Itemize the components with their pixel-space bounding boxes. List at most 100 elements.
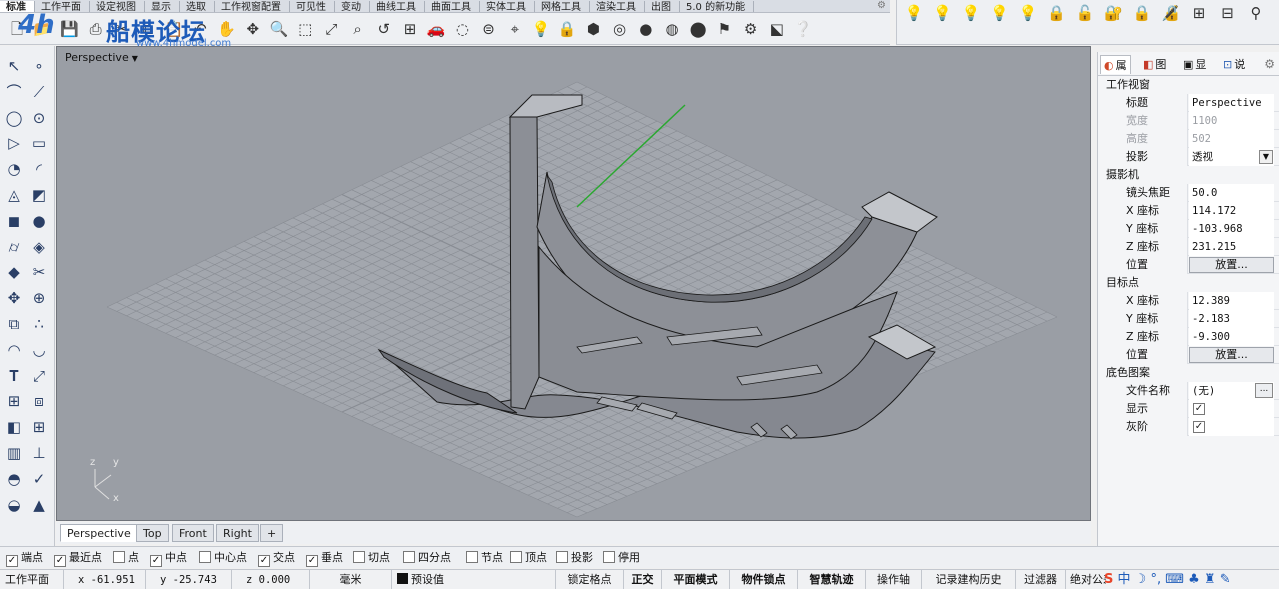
osnap-checkbox[interactable]	[113, 551, 125, 563]
filter-select-icon[interactable]: ⚲	[1245, 2, 1267, 24]
sphere-blue-icon[interactable]: ⬤	[687, 18, 709, 40]
zoom-selected-icon[interactable]: ⌕	[347, 18, 369, 40]
status-grid-snap[interactable]: 锁定格点	[556, 570, 624, 589]
tab-right[interactable]: Right	[216, 524, 259, 542]
status-gumball[interactable]: 操作轴	[866, 570, 922, 589]
undo-view-icon[interactable]: ↺	[373, 18, 395, 40]
osnap-checkbox[interactable]: ✓	[258, 555, 270, 567]
explode-icon[interactable]: ◆	[2, 260, 26, 284]
circle-arc-icon[interactable]: ◔	[2, 157, 26, 181]
grayscale-checkbox[interactable]: ✓	[1193, 421, 1205, 433]
add-viewport-tab-button[interactable]: +	[260, 524, 284, 542]
polygon-icon[interactable]: ▷	[2, 131, 26, 155]
zoom-extents-icon[interactable]: ⤢	[320, 18, 342, 40]
status-units[interactable]: 毫米	[310, 570, 392, 589]
panel-tab-help[interactable]: ⊡ 说	[1220, 55, 1248, 74]
zoom-window-icon[interactable]: ⬚	[294, 18, 316, 40]
tab-drafting[interactable]: 出图	[645, 1, 680, 12]
tab-visibility[interactable]: 可见性	[290, 1, 335, 12]
show-wallpaper-checkbox[interactable]: ✓	[1193, 403, 1205, 415]
camera-x-field[interactable]: 114.172	[1189, 202, 1274, 220]
sphere-rendered-icon[interactable]: ◍	[661, 18, 683, 40]
tab-top[interactable]: Top	[136, 524, 169, 542]
four-viewports-icon[interactable]: ⊞	[399, 18, 421, 40]
light-pair-icon[interactable]: 💡	[1017, 2, 1039, 24]
status-smart-track[interactable]: 智慧轨迹	[798, 570, 866, 589]
osnap-2[interactable]: 点	[113, 551, 139, 565]
curve-surface-icon[interactable]: ◓	[2, 467, 26, 491]
camera-y-field[interactable]: -103.968	[1189, 220, 1274, 238]
extrude-icon[interactable]: ◩	[27, 183, 51, 207]
dots-icon[interactable]: ∴	[27, 312, 51, 336]
dimension-icon[interactable]: ⊥	[27, 441, 51, 465]
osnap-checkbox[interactable]	[199, 551, 211, 563]
gear-icon[interactable]: ⚙	[877, 0, 886, 11]
viewport-canvas[interactable]	[57, 47, 1091, 521]
status-osnap[interactable]: 物件锁点	[730, 570, 798, 589]
lens-length-field[interactable]: 50.0	[1189, 184, 1274, 202]
gear-options-icon[interactable]: ⚙	[740, 18, 762, 40]
panel-gear-icon[interactable]: ⚙	[1264, 57, 1275, 71]
zoom-icon[interactable]: 🔍	[268, 18, 290, 40]
osnap-0[interactable]: ✓ 端点	[6, 551, 43, 567]
dim-grid-icon[interactable]: ▥	[2, 441, 26, 465]
filter-icon[interactable]: ⚑	[713, 18, 735, 40]
sphere-icon[interactable]: ●	[27, 209, 51, 233]
fillet-icon[interactable]: ◠	[2, 338, 26, 362]
box-icon[interactable]: ◼	[2, 209, 26, 233]
tab-curve-tools[interactable]: 曲线工具	[370, 1, 425, 12]
mirror-icon[interactable]: ⧈	[27, 389, 51, 413]
status-cplane[interactable]: 工作平面	[0, 570, 64, 589]
checkmark-icon[interactable]: ✓	[27, 467, 51, 491]
select-arrow-icon[interactable]: ↖	[2, 54, 26, 78]
viewport-title-field[interactable]: Perspective	[1189, 94, 1274, 112]
join-icon[interactable]: ⊕	[27, 286, 51, 310]
rotate-view-icon[interactable]: ✥	[242, 18, 264, 40]
lightbulb-icon[interactable]: 💡	[530, 18, 552, 40]
viewport-title[interactable]: Perspective ▼	[65, 51, 138, 64]
target-z-field[interactable]: -9.300	[1189, 328, 1274, 346]
lock-icon[interactable]: 🔒	[1046, 2, 1068, 24]
tab-mesh-tools[interactable]: 网格工具	[535, 1, 590, 12]
osnap-7[interactable]: 切点	[353, 551, 390, 565]
osnap-11[interactable]: 投影	[556, 551, 593, 565]
lock-pair-icon[interactable]: 🔏	[1160, 2, 1182, 24]
scale-icon[interactable]: ⤢	[27, 364, 51, 388]
color-wheel-icon[interactable]: ◎	[609, 18, 631, 40]
layer-shade-icon[interactable]: ◒	[2, 493, 26, 517]
car-icon[interactable]: 🚗	[425, 18, 447, 40]
status-layer[interactable]: 预设值	[392, 570, 556, 589]
osnap-12[interactable]: 停用	[603, 551, 640, 565]
grid-deselect-icon[interactable]: ⊟	[1217, 2, 1239, 24]
tab-render-tools[interactable]: 渲染工具	[590, 1, 645, 12]
chevron-down-icon[interactable]: ▼	[1259, 150, 1273, 164]
point-icon[interactable]: ∘	[27, 54, 51, 78]
hull-left-post[interactable]	[509, 116, 540, 410]
osnap-checkbox[interactable]	[603, 551, 615, 563]
osnap-1[interactable]: ✓ 最近点	[54, 551, 102, 567]
osnap-checkbox[interactable]	[353, 551, 365, 563]
osnap-10[interactable]: 顶点	[510, 551, 547, 565]
osnap-6[interactable]: ✓ 垂点	[306, 551, 343, 567]
osnap-checkbox[interactable]	[556, 551, 568, 563]
light-on-icon[interactable]: 💡	[903, 2, 925, 24]
osnap-checkbox[interactable]	[510, 551, 522, 563]
grid-icon[interactable]: ⊞	[27, 415, 51, 439]
lock-swap-icon[interactable]: 🔐	[1103, 2, 1125, 24]
arc-icon[interactable]: ◜	[27, 157, 51, 181]
tab-surface-tools[interactable]: 曲面工具	[425, 1, 480, 12]
cylinder-icon[interactable]: ⌭	[2, 235, 26, 259]
camera-place-button[interactable]: 放置...	[1189, 257, 1274, 273]
rectangle-icon[interactable]: ▭	[27, 131, 51, 155]
perspective-viewport[interactable]: Perspective ▼ z y x	[56, 46, 1091, 521]
rebuild-icon[interactable]: ◡	[27, 338, 51, 362]
material-icon[interactable]: ⬢	[582, 18, 604, 40]
grid-select-icon[interactable]: ⊞	[1188, 2, 1210, 24]
light-dim-icon[interactable]: 💡	[960, 2, 982, 24]
boolean-icon[interactable]: ⧉	[2, 312, 26, 336]
ime-toolbar[interactable]: S 中 ☽ °, ⌨ ♣ ♜ ✎	[1104, 570, 1231, 589]
tag-icon[interactable]: ⌖	[504, 18, 526, 40]
light-icon[interactable]: ▲	[27, 493, 51, 517]
camera-z-field[interactable]: 231.215	[1189, 238, 1274, 256]
circle-icon[interactable]: ◯	[2, 106, 26, 130]
